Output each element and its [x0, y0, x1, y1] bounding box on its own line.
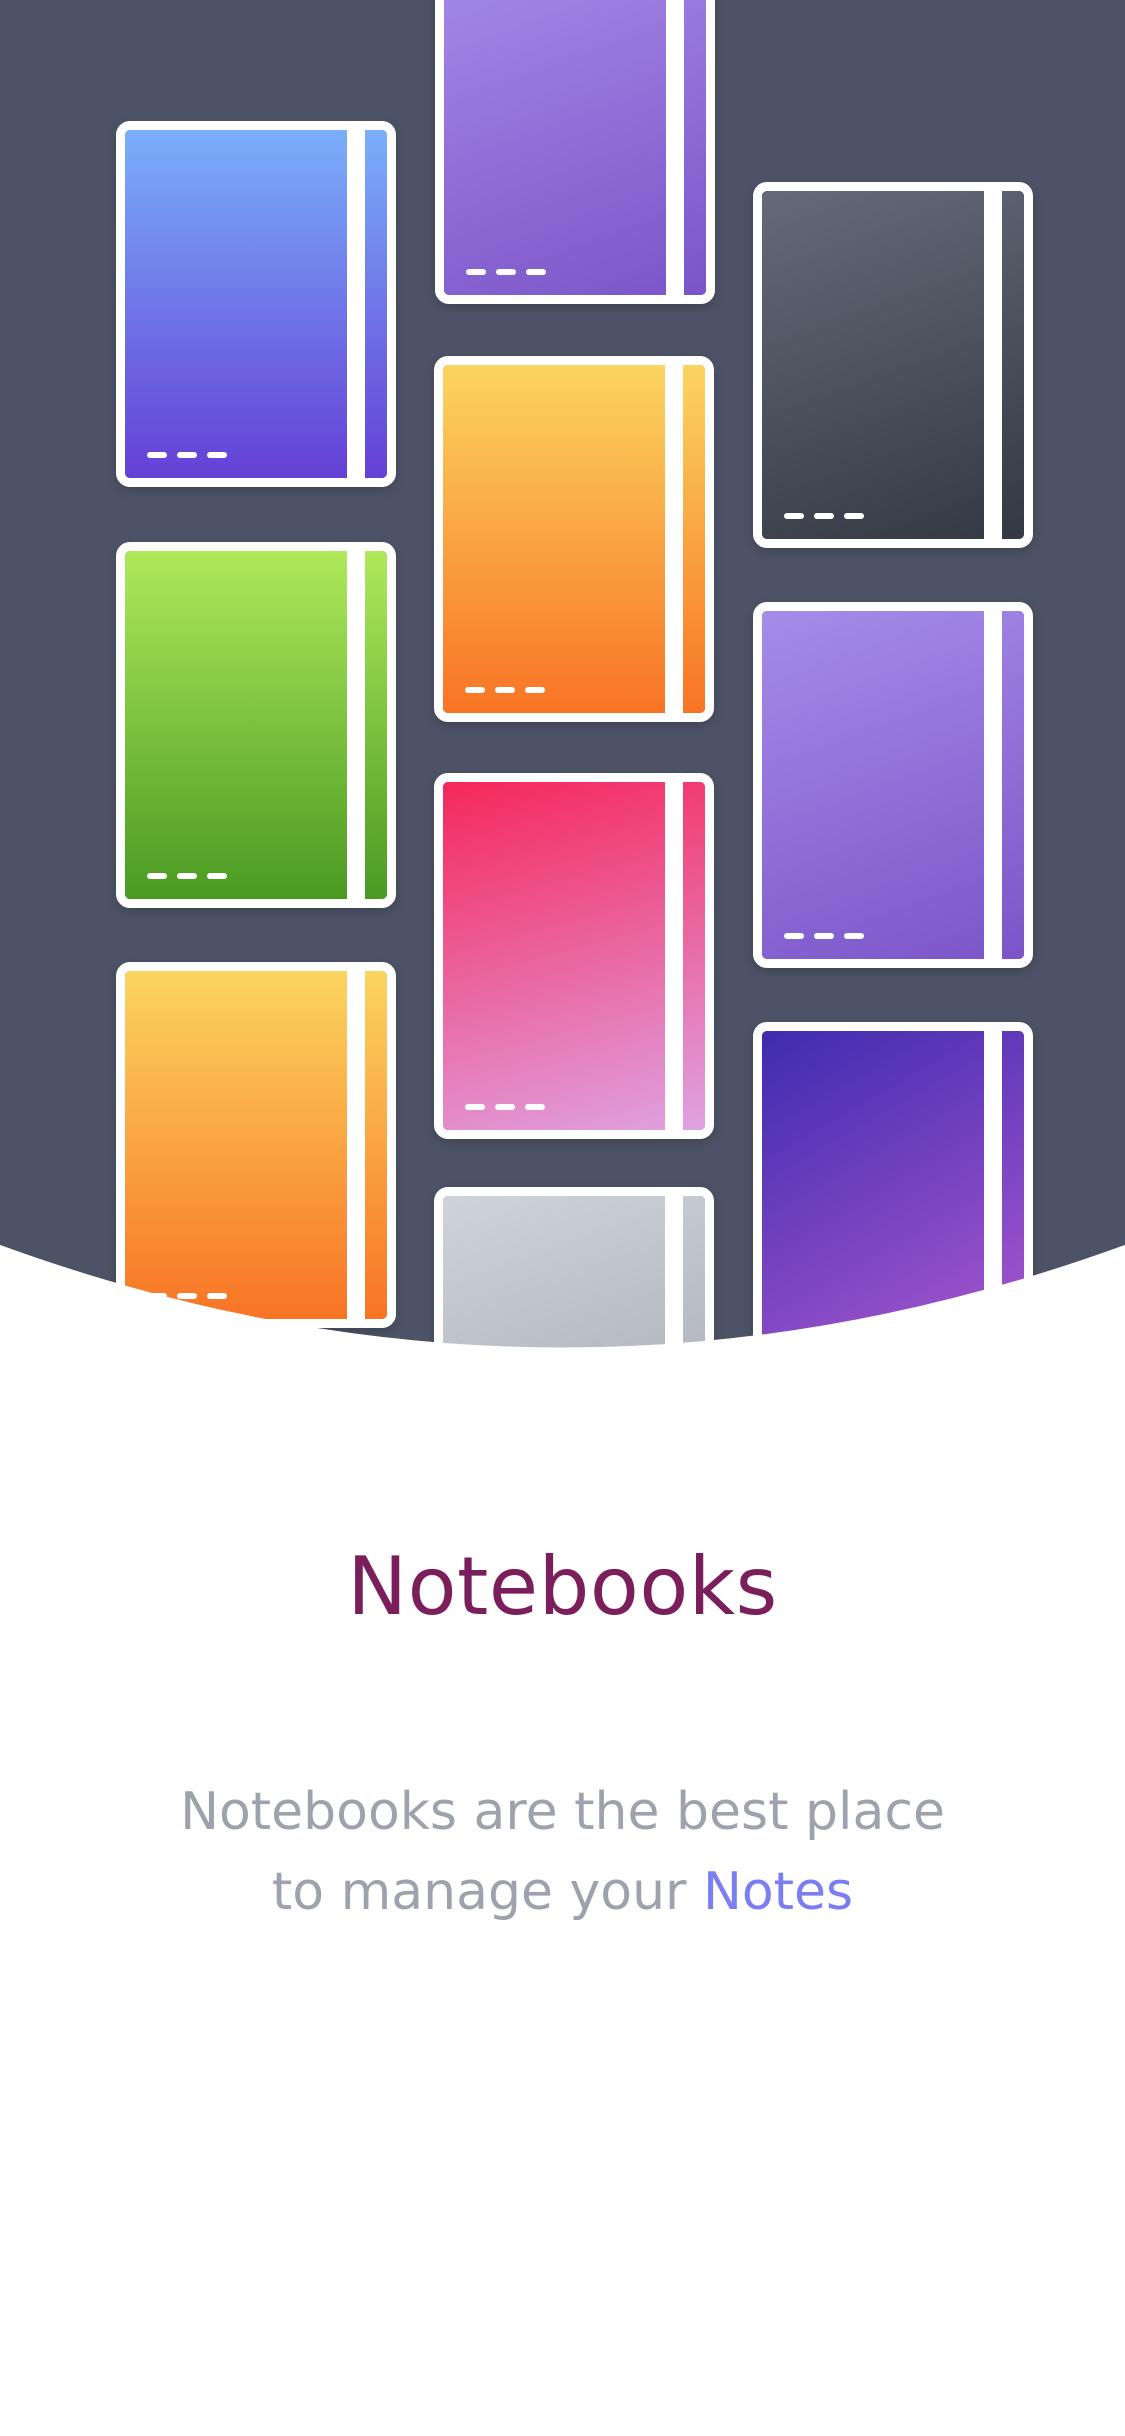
description-line-2: to manage your — [271, 1862, 703, 1922]
hero-illustration — [0, 0, 1125, 1360]
hero-curve-mask — [0, 1245, 1125, 1360]
description-line-1: Notebooks are the best place — [180, 1782, 945, 1842]
page-title: Notebooks — [347, 1540, 778, 1633]
page-description: Notebooks are the best place to manage y… — [160, 1772, 965, 1932]
description-highlight: Notes — [702, 1862, 854, 1922]
